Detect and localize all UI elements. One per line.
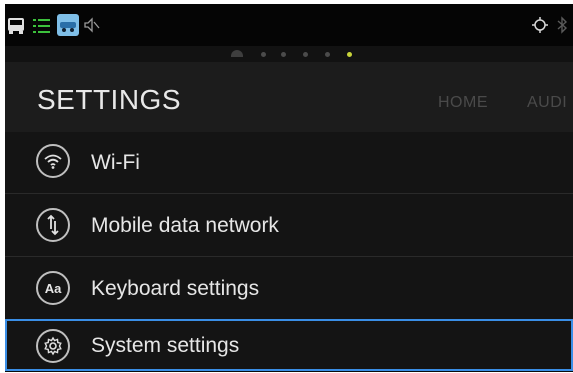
- menu-item-system-settings[interactable]: System settings: [5, 319, 573, 371]
- home-page-indicator[interactable]: [231, 50, 243, 57]
- tab-home[interactable]: HOME: [438, 94, 488, 112]
- menu-item-label: Mobile data network: [91, 214, 279, 237]
- gear-icon: [36, 329, 70, 363]
- menu-item-label: Keyboard settings: [91, 277, 260, 300]
- muted-speaker-icon[interactable]: [84, 17, 100, 38]
- menu-item-keyboard[interactable]: Aa Keyboard settings: [5, 257, 573, 320]
- menu-item-label: Wi-Fi: [91, 151, 140, 174]
- location-icon[interactable]: [532, 17, 548, 38]
- page-title: SETTINGS: [37, 84, 182, 115]
- page-dot[interactable]: [325, 52, 330, 57]
- menu-item-mobile-data[interactable]: Mobile data network: [5, 194, 573, 257]
- page-dot[interactable]: [261, 52, 266, 57]
- menu-item-label: System settings: [91, 334, 240, 357]
- car-app-icon[interactable]: [57, 14, 79, 41]
- settings-header: SETTINGS HOME AUDI: [5, 62, 573, 132]
- keyboard-icon-text: Aa: [44, 280, 62, 296]
- page-dot[interactable]: [281, 52, 286, 57]
- page-dot-active[interactable]: [347, 52, 352, 57]
- page-dot[interactable]: [303, 52, 308, 57]
- keyboard-icon: Aa: [36, 271, 70, 305]
- status-bar: [5, 4, 573, 46]
- bus-icon[interactable]: [6, 16, 26, 41]
- page-indicator: [5, 46, 573, 62]
- mobile-data-icon: [36, 208, 70, 242]
- tab-audio[interactable]: AUDI: [527, 94, 567, 112]
- infotainment-screen: SETTINGS HOME AUDI Wi-Fi Mobile data net…: [5, 4, 573, 372]
- wifi-icon: [36, 144, 70, 178]
- bluetooth-icon[interactable]: [556, 16, 568, 39]
- list-icon[interactable]: [33, 17, 51, 40]
- menu-item-wifi[interactable]: Wi-Fi: [5, 132, 573, 194]
